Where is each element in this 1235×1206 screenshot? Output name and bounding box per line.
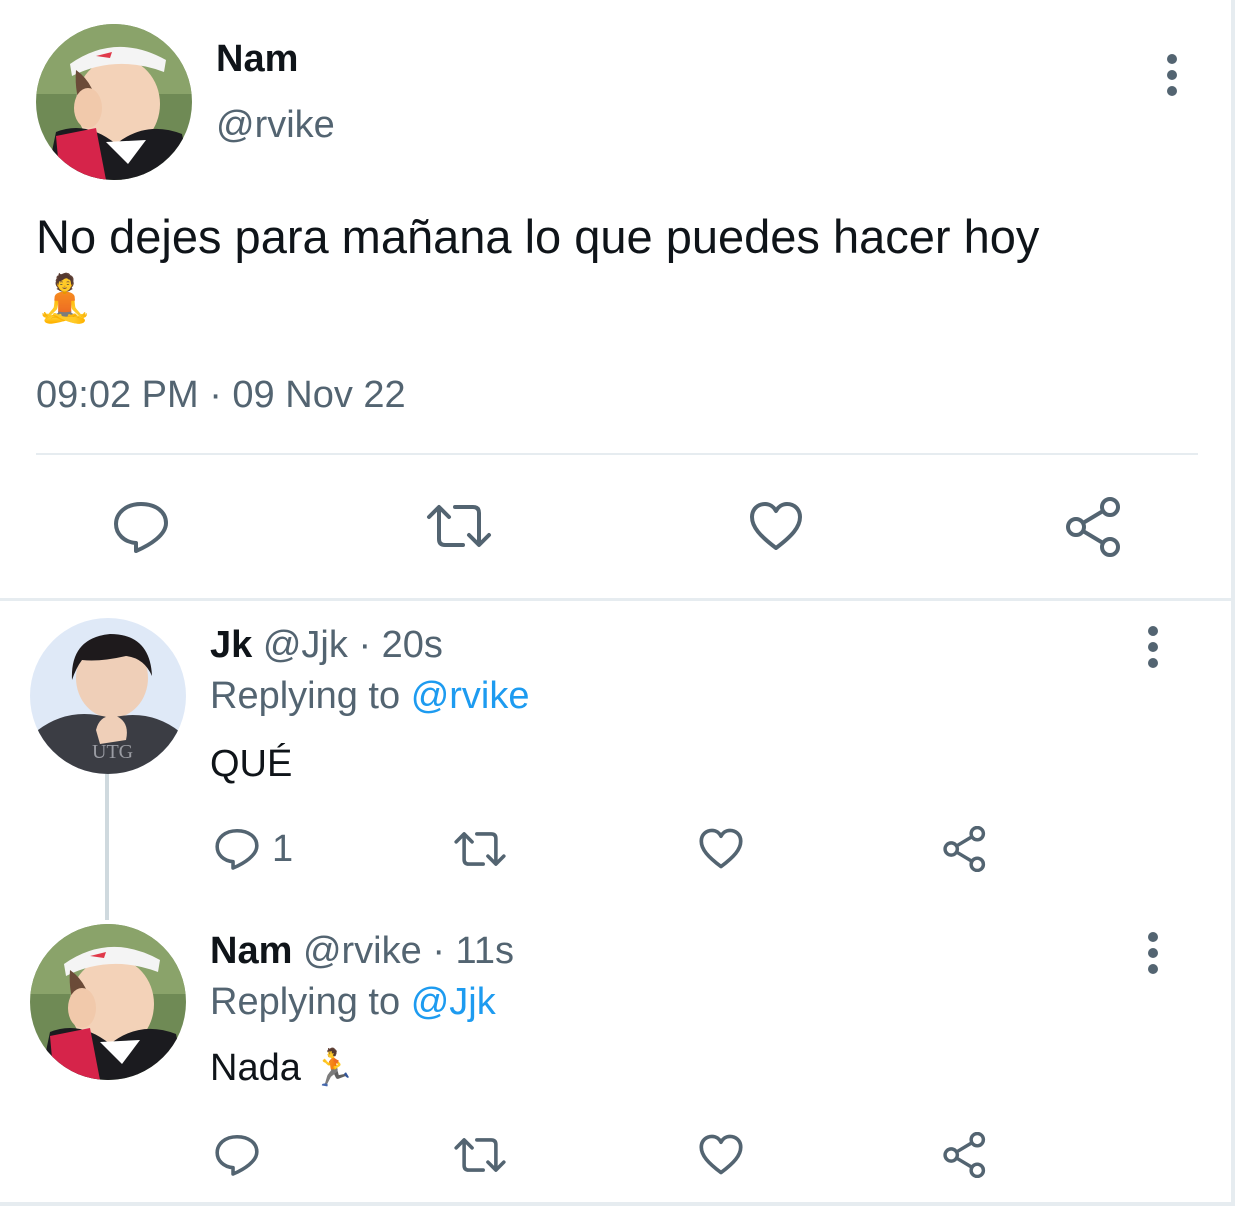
like-button[interactable] <box>748 500 804 552</box>
replying-to-mention[interactable]: @Jjk <box>411 981 496 1023</box>
heart-icon <box>750 502 802 550</box>
replying-to: Replying to @Jjk <box>210 981 496 1024</box>
reply-time[interactable]: 11s <box>456 930 514 972</box>
main-author-handle[interactable]: @rvike <box>216 104 335 147</box>
share-button[interactable] <box>942 826 988 872</box>
main-author-name[interactable]: Nam <box>216 38 298 81</box>
reply-author-name[interactable]: Jk <box>210 624 252 666</box>
more-options-icon[interactable] <box>1143 931 1163 975</box>
more-options-icon[interactable] <box>1143 625 1163 669</box>
divider <box>0 1202 1235 1206</box>
retweet-icon <box>454 1138 506 1172</box>
reply-author-avatar[interactable] <box>30 924 186 1080</box>
thread-connector <box>105 774 109 920</box>
divider <box>36 453 1198 455</box>
separator: · <box>358 624 372 666</box>
reply-author-avatar[interactable]: UTG <box>30 618 186 774</box>
running-emoji: 🏃 <box>311 1047 357 1088</box>
reply-icon <box>215 1134 259 1176</box>
share-button[interactable] <box>1064 497 1124 557</box>
meditation-emoji: 🧘 <box>36 272 94 324</box>
reply-header: Nam @rvike · 11s <box>210 930 514 973</box>
heart-icon <box>699 828 743 869</box>
share-button[interactable] <box>942 1132 988 1178</box>
reply-button[interactable] <box>112 499 170 555</box>
replying-to: Replying to @rvike <box>210 675 530 718</box>
reply-text-row: Nada 🏃 <box>210 1047 356 1090</box>
reply-icon <box>215 828 259 870</box>
retweet-icon <box>427 505 491 547</box>
separator: · <box>432 930 445 972</box>
retweet-button[interactable] <box>453 1135 507 1175</box>
reply-header: Jk @Jjk · 20s <box>210 624 443 667</box>
reply-button[interactable] <box>214 1132 260 1178</box>
tweet-text: No dejes para mañana lo que puedes hacer… <box>36 210 1040 263</box>
share-icon <box>943 826 986 872</box>
reply-count: 1 <box>272 827 294 870</box>
share-icon <box>1066 497 1120 557</box>
share-icon <box>943 1132 986 1178</box>
retweet-button[interactable] <box>453 829 507 869</box>
replying-to-label: Replying to <box>210 981 401 1023</box>
divider <box>0 598 1235 601</box>
replying-to-label: Replying to <box>210 675 401 717</box>
reply-button[interactable]: 1 <box>214 826 293 872</box>
heart-icon <box>699 1134 743 1175</box>
like-button[interactable] <box>698 1133 744 1176</box>
svg-text:UTG: UTG <box>92 741 133 763</box>
replying-to-mention[interactable]: @rvike <box>411 675 530 717</box>
more-options-icon[interactable] <box>1162 53 1182 97</box>
tweet-timestamp[interactable]: 09:02 PM · 09 Nov 22 <box>36 374 406 417</box>
scroll-edge <box>1231 0 1235 1206</box>
reply-time[interactable]: 20s <box>382 624 443 666</box>
retweet-button[interactable] <box>425 501 493 551</box>
retweet-icon <box>454 832 506 866</box>
reply-author-handle[interactable]: @Jjk <box>263 624 348 666</box>
reply-text: Nada <box>210 1047 301 1089</box>
main-author-avatar[interactable] <box>36 24 192 180</box>
reply-text: QUÉ <box>210 743 293 785</box>
reply-author-handle[interactable]: @rvike <box>303 930 422 972</box>
like-button[interactable] <box>698 827 744 870</box>
reply-author-name[interactable]: Nam <box>210 930 292 972</box>
reply-icon <box>114 502 168 553</box>
